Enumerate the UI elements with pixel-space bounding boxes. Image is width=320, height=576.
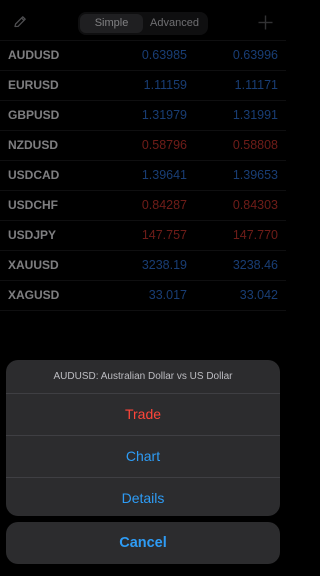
action-sheet: AUDUSD: Australian Dollar vs US Dollar T… [6, 360, 280, 516]
action-sheet-title: AUDUSD: Australian Dollar vs US Dollar [6, 360, 280, 394]
trade-button[interactable]: Trade [6, 394, 280, 436]
chart-button[interactable]: Chart [6, 436, 280, 478]
details-button[interactable]: Details [6, 478, 280, 516]
cancel-button[interactable]: Cancel [6, 522, 280, 564]
